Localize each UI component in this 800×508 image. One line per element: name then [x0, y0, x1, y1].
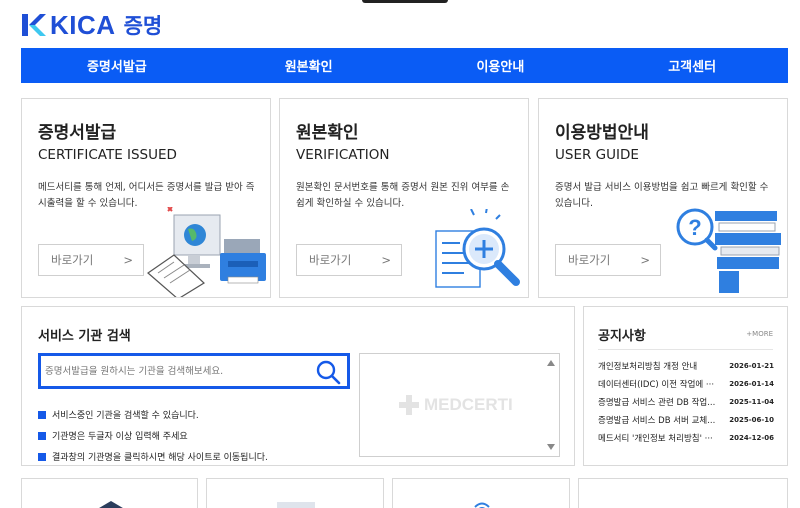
card-title: 이용방법안내 [555, 123, 649, 143]
card-certificate: 증명서발급 CERTIFICATE ISSUED 메드서티를 통해 언제, 어디… [21, 98, 271, 298]
card-user-guide: 이용방법안내 USER GUIDE 증명서 발급 서비스 이용방법을 쉽고 빠르… [538, 98, 788, 298]
card-title: 원본확인 [296, 123, 359, 143]
logo-korean-text[interactable]: 증명 [124, 10, 163, 40]
notice-title: 증명발급 서비스 관련 DB 작업... [598, 398, 716, 408]
card-subtitle: USER GUIDE [555, 147, 639, 163]
quick-link-card[interactable] [206, 478, 384, 508]
list-item[interactable]: 개인정보처리방침 개정 안내 2026-01-21 [598, 357, 774, 375]
bullet-square-icon [38, 431, 46, 440]
list-item[interactable]: 증명발급 서비스 관련 DB 작업... 2025-11-04 [598, 393, 774, 411]
notice-title: 개인정보처리방침 개정 안내 [598, 362, 698, 372]
notice-date: 2025-06-10 [729, 416, 774, 424]
search-results-panel[interactable]: MEDCERTI [359, 353, 560, 457]
search-input[interactable] [45, 360, 305, 382]
card-description: 원본확인 문서번호를 통해 증명서 원본 진위 여부를 손쉽게 확인하실 수 있… [296, 182, 510, 209]
card-go-label: 바로가기 [568, 253, 611, 267]
bullet-text: 결과창의 기관명을 클릭하시면 해당 사이트로 이동됩니다. [52, 453, 268, 463]
top-tab-handle [362, 0, 448, 3]
notice-date: 2026-01-14 [729, 380, 774, 388]
list-item[interactable]: 데이터센터(IDC) 이전 작업에 ··· 2026-01-14 [598, 375, 774, 393]
document-icon [277, 502, 315, 508]
medcerti-watermark: MEDCERTI [398, 394, 513, 416]
scroll-up-arrow-icon[interactable] [547, 360, 555, 366]
svg-text:?: ? [688, 215, 701, 240]
search-input-wrapper [38, 353, 350, 389]
notice-date: 2025-11-04 [729, 398, 774, 406]
list-item: 기관명은 두글자 이상 입력해 주세요 [38, 425, 268, 446]
certificate-printer-icon [147, 207, 266, 297]
section-title: 서비스 기관 검색 [38, 329, 131, 344]
more-link[interactable]: +MORE [746, 330, 773, 338]
card-go-button[interactable]: 바로가기 > [296, 244, 402, 276]
chevron-right-icon: > [123, 253, 133, 267]
notice-date: 2026-01-21 [729, 362, 774, 370]
site-header: KICA 증명 [20, 10, 162, 40]
bullet-square-icon [38, 452, 46, 461]
question-books-icon: ? [676, 208, 781, 293]
list-item[interactable]: 증명발급 서비스 DB 서버 교체... 2025-06-10 [598, 411, 774, 429]
notice-title: 데이터센터(IDC) 이전 작업에 ··· [598, 380, 715, 390]
bullet-square-icon [38, 410, 46, 419]
building-roof-icon [99, 501, 123, 508]
quick-link-card[interactable] [578, 478, 788, 508]
notice-section: 공지사항 +MORE 개인정보처리방침 개정 안내 2026-01-21 데이터… [583, 306, 788, 466]
section-title: 공지사항 [598, 329, 646, 344]
divider [598, 349, 773, 350]
quick-link-card[interactable] [21, 478, 198, 508]
bullet-text: 기관명은 두글자 이상 입력해 주세요 [52, 432, 188, 442]
notice-date: 2024-12-06 [729, 434, 774, 442]
card-subtitle: VERIFICATION [296, 147, 390, 163]
watermark-text: MEDCERTI [424, 395, 513, 414]
chevron-right-icon: > [640, 253, 650, 267]
card-title: 증명서발급 [38, 123, 117, 143]
card-verification: 원본확인 VERIFICATION 원본확인 문서번호를 통해 증명서 원본 진… [279, 98, 529, 298]
scroll-down-arrow-icon[interactable] [547, 444, 555, 450]
nav-item-support[interactable]: 고객센터 [596, 48, 788, 83]
bullet-text: 서비스중인 기관을 검색할 수 있습니다. [52, 411, 199, 421]
card-go-button[interactable]: 바로가기 > [38, 244, 144, 276]
list-item[interactable]: 메드서티 '개인정보 처리방침' ··· 2024-12-06 [598, 429, 774, 447]
nav-item-guide[interactable]: 이용안내 [405, 48, 597, 83]
chevron-right-icon: > [381, 253, 391, 267]
search-icon[interactable] [315, 359, 341, 385]
wifi-icon [474, 502, 490, 508]
quick-link-card[interactable] [392, 478, 570, 508]
notice-list: 개인정보처리방침 개정 안내 2026-01-21 데이터센터(IDC) 이전 … [598, 357, 774, 447]
institution-search-section: 서비스 기관 검색 서비스중인 기관을 검색할 수 있습니다. 기관명은 두글자… [21, 306, 575, 466]
nav-item-verification[interactable]: 원본확인 [213, 48, 405, 83]
nav-item-certificate[interactable]: 증명서발급 [21, 48, 213, 83]
medcerti-logo-icon [399, 395, 419, 415]
card-subtitle: CERTIFICATE ISSUED [38, 147, 177, 163]
list-item: 결과창의 기관명을 클릭하시면 해당 사이트로 이동됩니다. [38, 446, 268, 467]
notice-title: 증명발급 서비스 DB 서버 교체... [598, 416, 716, 426]
main-nav: 증명서발급 원본확인 이용안내 고객센터 [21, 48, 788, 83]
logo-text[interactable]: KICA [50, 10, 116, 41]
card-go-button[interactable]: 바로가기 > [555, 244, 661, 276]
search-guide-list: 서비스중인 기관을 검색할 수 있습니다. 기관명은 두글자 이상 입력해 주세… [38, 404, 268, 467]
list-item: 서비스중인 기관을 검색할 수 있습니다. [38, 404, 268, 425]
card-go-label: 바로가기 [51, 253, 94, 267]
magnifier-document-icon [435, 209, 520, 288]
kica-logo-icon [22, 14, 46, 36]
notice-title: 메드서티 '개인정보 처리방침' ··· [598, 434, 713, 444]
card-go-label: 바로가기 [309, 253, 352, 267]
